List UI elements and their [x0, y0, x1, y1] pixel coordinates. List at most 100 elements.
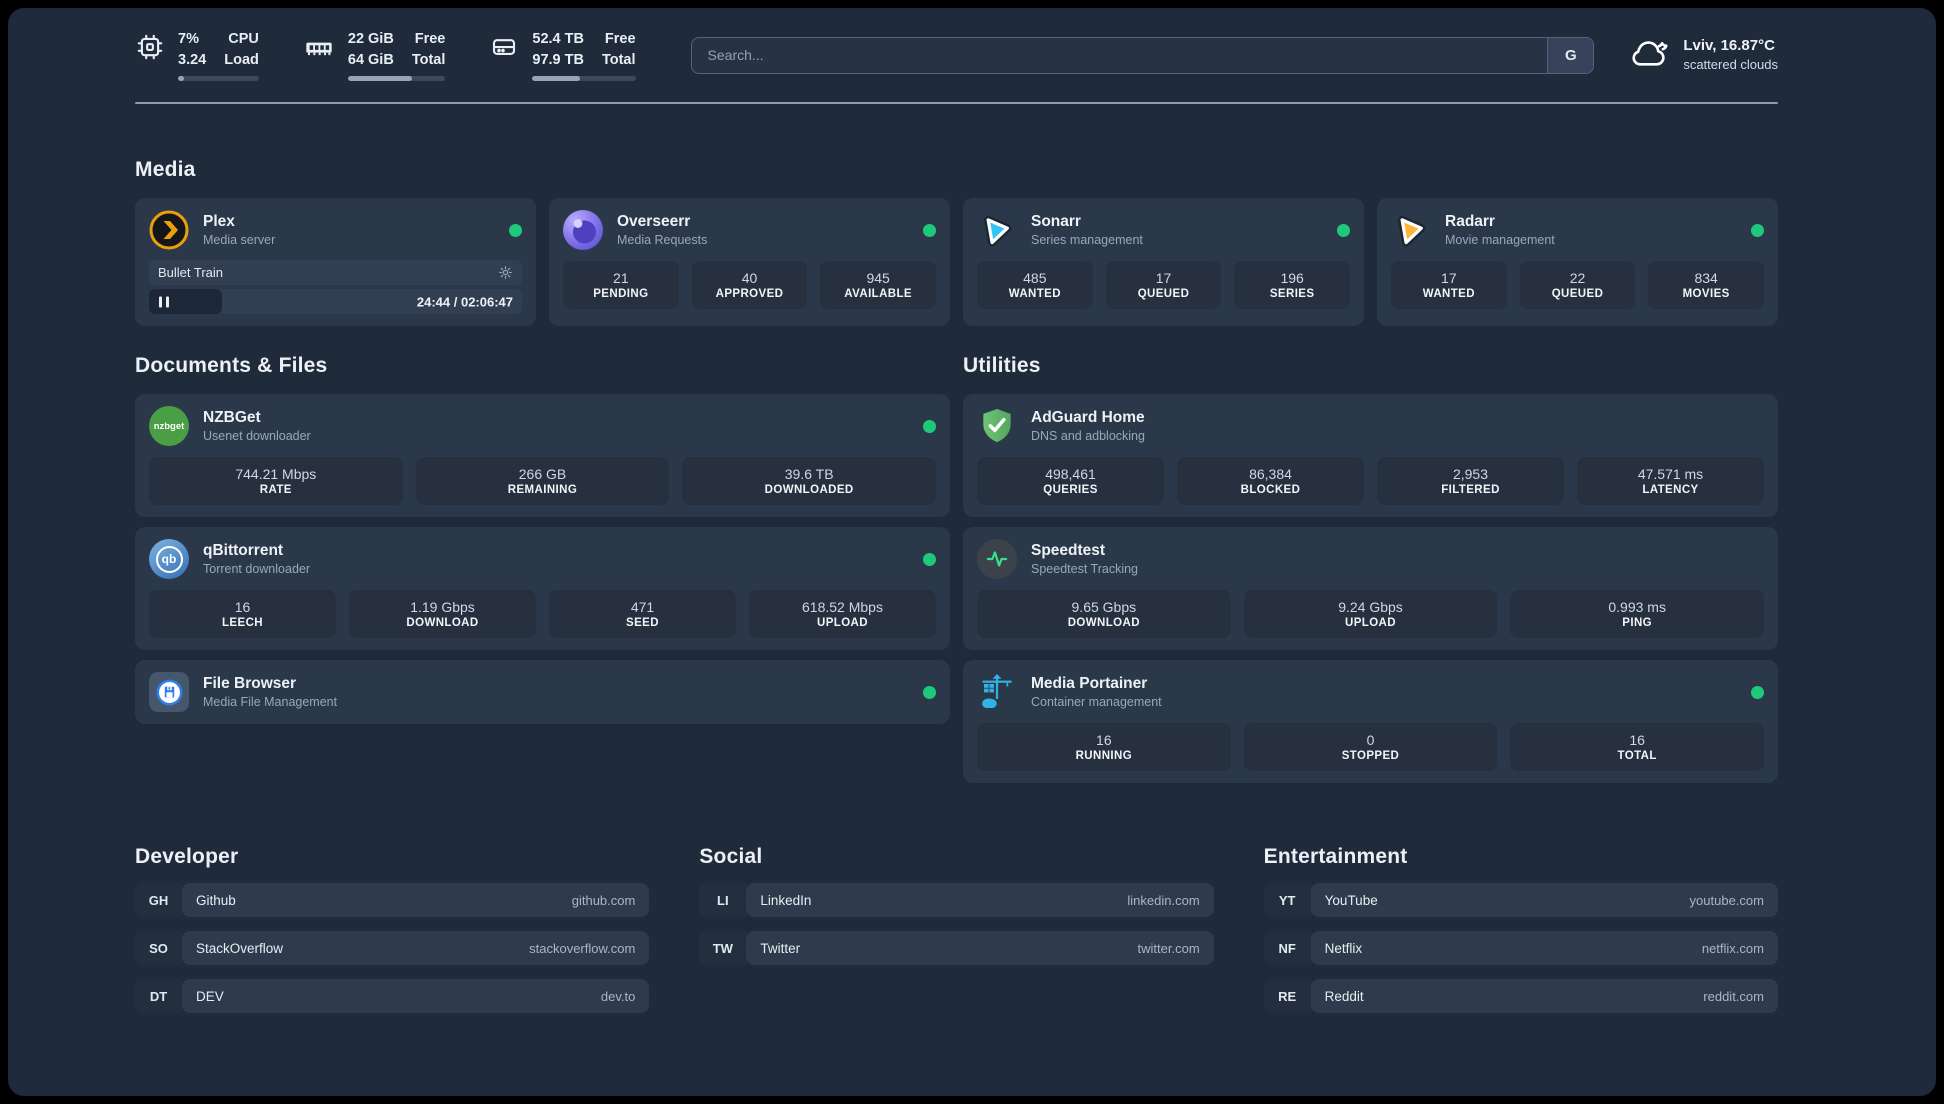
bookmark-link[interactable]: DT DEV dev.to — [135, 979, 650, 1013]
bookmark-url: twitter.com — [1137, 940, 1200, 956]
bookmark-name: LinkedIn — [760, 892, 812, 908]
stat-label: PING — [1622, 617, 1653, 629]
plex-icon — [149, 210, 189, 250]
bookmark-link[interactable]: SO StackOverflow stackoverflow.com — [135, 931, 650, 965]
stat-value: 86,384 — [1249, 466, 1292, 482]
bookmark-link[interactable]: GH Github github.com — [135, 883, 650, 917]
app-card-overseerr[interactable]: Overseerr Media Requests 21 PENDING 40 A… — [549, 198, 950, 326]
bookmark-url: dev.to — [600, 988, 636, 1004]
section-title-media: Media — [135, 158, 196, 181]
pause-icon[interactable] — [159, 296, 169, 307]
stat-label: DOWNLOAD — [1067, 617, 1140, 629]
bookmark-link[interactable]: TW Twitter twitter.com — [699, 931, 1214, 965]
nzbget-icon: nzbget — [149, 406, 189, 446]
stat-label: WANTED — [1422, 288, 1475, 300]
stat-label: WANTED — [1008, 288, 1061, 300]
weather-location-temp: Lviv, 16.87°C — [1683, 37, 1775, 55]
bookmark-link[interactable]: LI LinkedIn linkedin.com — [699, 883, 1214, 917]
header: 7% 3.24 CPU Load 22 GiB 64 GiB Free Tota… — [135, 29, 1778, 81]
app-card-qbittorrent[interactable]: qb qBittorrent Torrent downloader 16 LEE… — [135, 527, 950, 650]
bookmark-url: netflix.com — [1701, 940, 1764, 956]
stat-label: SERIES — [1269, 288, 1315, 300]
section-utilities: Utilities AdGuard Home DNS and adblockin… — [963, 354, 1778, 783]
gear-icon[interactable] — [498, 265, 513, 280]
app-card-plex[interactable]: Plex Media server Bullet Train 24:44 / 0… — [135, 198, 536, 326]
stat-tile: 945 AVAILABLE — [820, 261, 936, 309]
ram-progress-bar — [347, 75, 446, 81]
now-playing-title: Bullet Train — [158, 265, 224, 280]
stat-label: FILTERED — [1441, 484, 1500, 496]
dashboard: 7% 3.24 CPU Load 22 GiB 64 GiB Free Tota… — [8, 8, 1936, 1096]
stat-value: 196 — [1280, 270, 1304, 286]
stat-label: RUNNING — [1075, 750, 1133, 762]
stat-tile: 47.571 ms LATENCY — [1577, 457, 1764, 505]
bookmark-url: stackoverflow.com — [529, 940, 636, 956]
app-card-filebrowser[interactable]: File Browser Media File Management — [135, 660, 950, 724]
portainer-icon — [977, 672, 1017, 712]
section-social: Social LI LinkedIn linkedin.com TW Twitt… — [699, 845, 1214, 965]
stat-value: 498,461 — [1045, 466, 1096, 482]
status-dot — [1751, 223, 1764, 237]
stat-value: 1.19 Gbps — [410, 599, 475, 615]
stat-tile: 21 PENDING — [563, 261, 679, 309]
disk-label-2: Total — [601, 51, 636, 68]
stat-label: DOWNLOAD — [406, 617, 479, 629]
bookmark-link[interactable]: NF Netflix netflix.com — [1263, 931, 1778, 965]
stat-value: 16 — [1096, 732, 1112, 748]
stat-tile: 2,953 FILTERED — [1377, 457, 1564, 505]
search-engine-button[interactable]: G — [1547, 37, 1594, 73]
stat-tile: 86,384 BLOCKED — [1177, 457, 1364, 505]
section-title-developer: Developer — [135, 845, 239, 868]
section-title-entertainment: Entertainment — [1263, 845, 1408, 868]
bookmark-link[interactable]: YT YouTube youtube.com — [1263, 883, 1778, 917]
app-subtitle: Container management — [1031, 694, 1162, 709]
stat-label: LEECH — [222, 617, 263, 629]
status-dot — [1751, 685, 1764, 699]
stat-value: 945 — [866, 270, 890, 286]
stat-label: DOWNLOADED — [764, 484, 854, 496]
ram-stat-body: 22 GiB 64 GiB Free Total — [347, 29, 446, 81]
disk-progress-bar — [532, 75, 636, 81]
app-card-adguard[interactable]: AdGuard Home DNS and adblocking 498,461 … — [963, 394, 1778, 517]
app-name: Radarr — [1445, 212, 1495, 230]
app-name: Media Portainer — [1031, 674, 1148, 692]
app-subtitle: Media Requests — [617, 232, 708, 247]
stat-tile: 17 WANTED — [1391, 261, 1507, 309]
stat-tiles: 485 WANTED 17 QUEUED 196 SERIES — [977, 261, 1350, 309]
developer-links: GH Github github.com SO StackOverflow st… — [135, 883, 650, 1013]
section-title-documents: Documents & Files — [135, 354, 328, 377]
disk-stat: 52.4 TB 97.9 TB Free Total — [489, 29, 636, 81]
overseerr-icon — [563, 210, 603, 250]
search-input[interactable] — [691, 37, 1548, 73]
bookmark-name: Github — [196, 892, 236, 908]
app-name: NZBGet — [203, 408, 261, 426]
status-dot — [1337, 223, 1350, 237]
stat-tiles: 16 RUNNING 0 STOPPED 16 TOTAL — [977, 723, 1764, 771]
app-subtitle: Speedtest Tracking — [1031, 561, 1139, 576]
stat-tile: 16 LEECH — [149, 590, 336, 638]
app-card-speedtest[interactable]: Speedtest Speedtest Tracking 9.65 Gbps D… — [963, 527, 1778, 650]
app-card-radarr[interactable]: Radarr Movie management 17 WANTED 22 QUE… — [1377, 198, 1778, 326]
stat-value: 40 — [741, 270, 758, 286]
stat-value: 834 — [1694, 270, 1718, 286]
app-card-nzbget[interactable]: nzbget NZBGet Usenet downloader 744.21 M… — [135, 394, 950, 517]
stat-label: QUERIES — [1043, 484, 1098, 496]
stat-value: 22 — [1569, 270, 1586, 286]
stat-tiles: 744.21 Mbps RATE 266 GB REMAINING 39.6 T… — [149, 457, 936, 505]
qbittorrent-icon: qb — [149, 539, 189, 579]
weather-condition: scattered clouds — [1683, 57, 1778, 73]
stat-tile: 834 MOVIES — [1648, 261, 1764, 309]
playback-progress-bar[interactable]: 24:44 / 02:06:47 — [149, 289, 522, 314]
ram-total-value: 64 GiB — [347, 51, 394, 68]
stat-tiles: 9.65 Gbps DOWNLOAD 9.24 Gbps UPLOAD 0.99… — [977, 590, 1764, 638]
app-subtitle: Media server — [203, 232, 276, 247]
app-card-portainer[interactable]: Media Portainer Container management 16 … — [963, 660, 1778, 783]
entertainment-links: YT YouTube youtube.com NF Netflix netfli… — [1263, 883, 1778, 1013]
bookmark-abbr-badge: LI — [699, 883, 747, 917]
app-name: qBittorrent — [203, 541, 284, 559]
search-bar: G — [690, 36, 1595, 74]
app-card-sonarr[interactable]: Sonarr Series management 485 WANTED 17 Q… — [963, 198, 1364, 326]
bookmark-link[interactable]: RE Reddit reddit.com — [1263, 979, 1778, 1013]
bookmark-abbr-badge: TW — [699, 931, 747, 965]
stat-tile: 744.21 Mbps RATE — [149, 457, 403, 505]
